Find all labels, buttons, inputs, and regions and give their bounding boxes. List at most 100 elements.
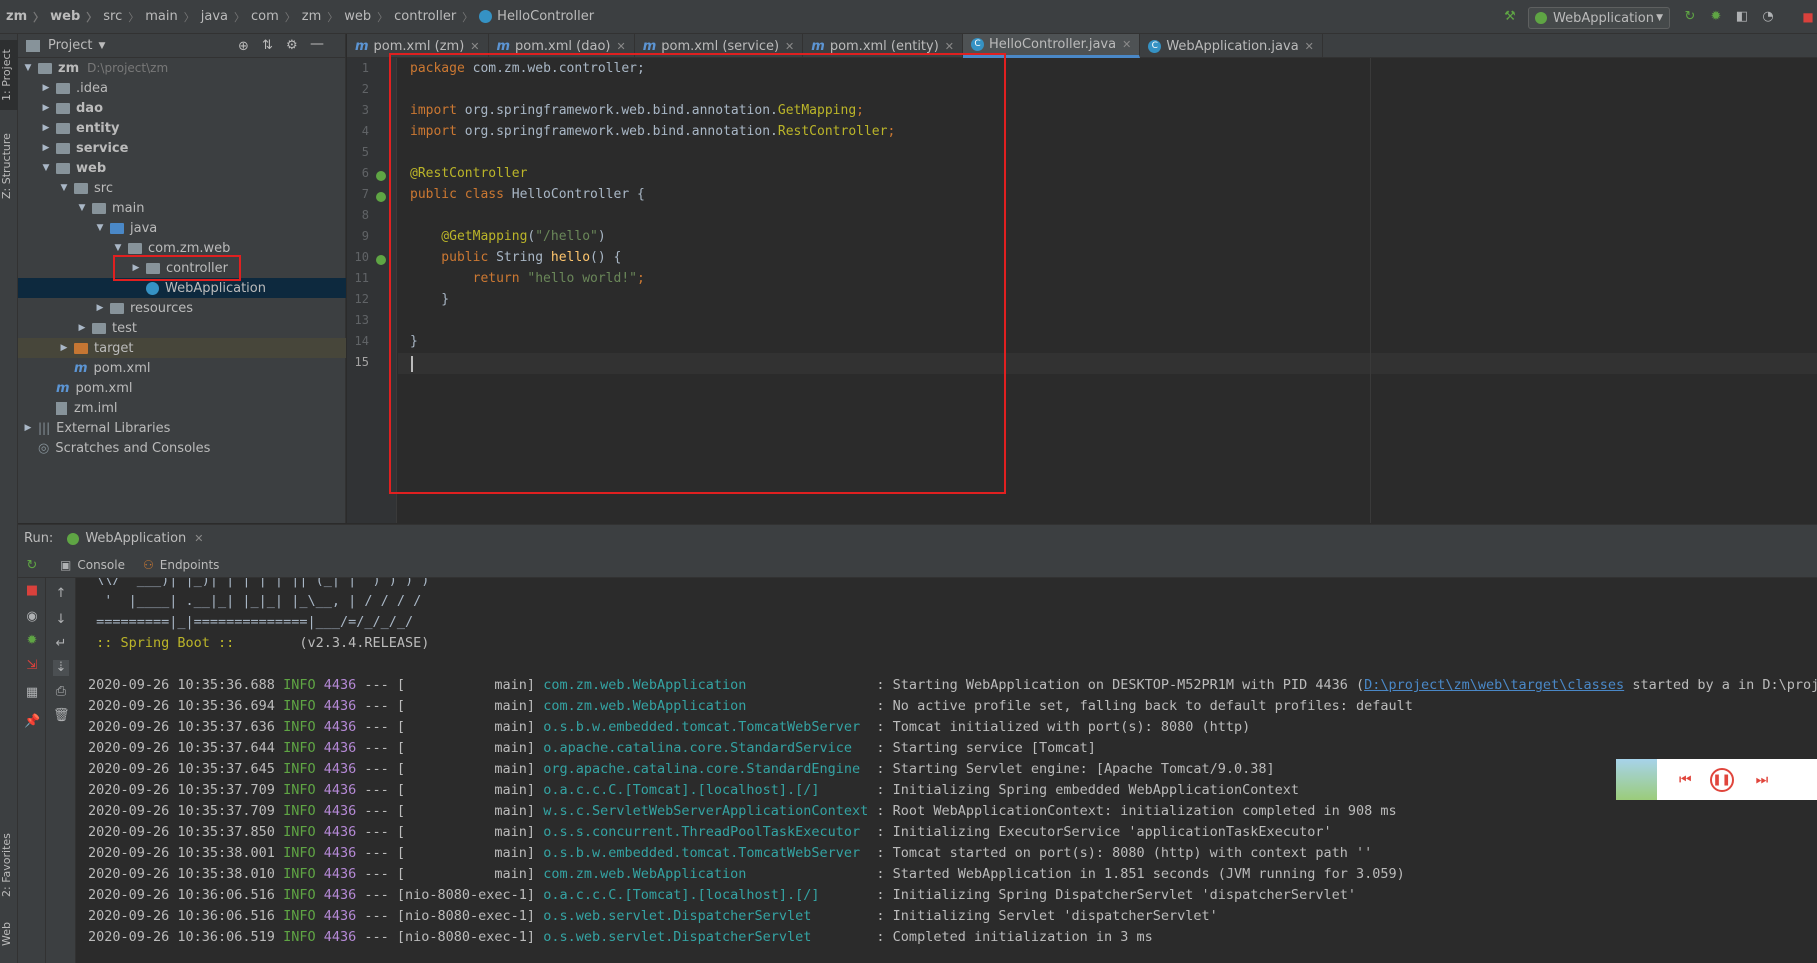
chevron-down-icon[interactable]: ▼ (98, 41, 105, 51)
tree-item[interactable]: ▼ zm D:\project\zm (18, 58, 346, 78)
close-icon[interactable]: ✕ (1305, 40, 1314, 53)
coverage-icon[interactable]: ◧ (1734, 9, 1750, 25)
maven-file-icon: m (74, 360, 88, 376)
log-logger: o.a.c.c.C.[Tomcat].[localhost].[/] (543, 887, 869, 903)
log-timestamp: 2020-09-26 10:36:06.519 (88, 929, 275, 945)
project-view-title[interactable]: Project (48, 38, 92, 53)
tree-item[interactable]: ▶ ||| External Libraries (18, 418, 346, 438)
bean-gutter-icon[interactable] (376, 192, 386, 202)
expand-arrow-icon[interactable]: ▶ (22, 423, 34, 433)
close-icon[interactable]: ✕ (945, 40, 954, 53)
folder-icon (92, 202, 106, 214)
tree-item[interactable]: ▶ service (18, 138, 346, 158)
expand-arrow-icon[interactable]: ▶ (94, 303, 106, 313)
expand-arrow-icon[interactable]: ▶ (40, 143, 52, 153)
tab-project[interactable]: 1: Project (0, 40, 18, 110)
close-icon[interactable]: ✕ (785, 40, 794, 53)
tree-item[interactable]: ▶ dao (18, 98, 346, 118)
trash-icon[interactable]: 🗑 (53, 708, 70, 724)
scroll-to-end-icon[interactable]: ⇣ (53, 660, 69, 676)
arrow-down-icon[interactable]: ↓ (53, 612, 69, 628)
tree-item[interactable]: ▶ test (18, 318, 346, 338)
expand-arrow-icon[interactable]: ▶ (40, 83, 52, 93)
breadcrumb-item[interactable]: com 〉 (251, 9, 302, 25)
console-output[interactable]: \\/ ___)| |_)| | | | | || (_| | ) ) ) ) … (76, 578, 1817, 963)
close-icon[interactable]: ✕ (616, 40, 625, 53)
pin-icon[interactable]: 📌 (24, 714, 40, 730)
close-icon[interactable]: ✕ (194, 532, 203, 545)
tab-endpoints[interactable]: ⚇ Endpoints (143, 558, 219, 572)
editor-tab[interactable]: C WebApplication.java ✕ (1140, 34, 1323, 58)
breadcrumb-item[interactable]: main 〉 (145, 9, 200, 25)
collapse-icon[interactable]: ⇅ (262, 38, 273, 53)
previous-track-icon[interactable]: ⏮ (1679, 772, 1692, 788)
debug-icon[interactable]: ✹ (24, 633, 40, 649)
debug-icon[interactable]: ✹ (1708, 9, 1724, 25)
tree-item-label: zm.iml (74, 400, 118, 416)
profile-icon[interactable]: ◔ (1760, 9, 1776, 25)
breadcrumb-item[interactable]: web 〉 (344, 9, 394, 25)
expand-arrow-icon[interactable]: ▼ (94, 223, 106, 233)
expand-arrow-icon[interactable]: ▼ (58, 183, 70, 193)
expand-arrow-icon[interactable]: ▶ (76, 323, 88, 333)
tree-item[interactable]: m pom.xml (18, 378, 346, 398)
bean-gutter-icon[interactable] (376, 171, 386, 181)
tree-item[interactable]: ▼ web (18, 158, 346, 178)
stop-icon[interactable]: ■ (24, 583, 40, 599)
folder-icon (74, 182, 88, 194)
log-path-link[interactable]: D:\project\zm\web\target\classes (1364, 677, 1624, 693)
minimize-icon[interactable]: — (310, 36, 324, 52)
expand-arrow-icon[interactable]: ▼ (40, 163, 52, 173)
tree-item[interactable]: m pom.xml (18, 358, 346, 378)
breadcrumb-item[interactable]: src 〉 (103, 9, 145, 25)
close-icon[interactable]: ✕ (1122, 38, 1131, 51)
tree-item[interactable]: ▶ entity (18, 118, 346, 138)
pause-icon[interactable]: ❚❚ (1709, 767, 1734, 792)
expand-arrow-icon[interactable]: ▶ (58, 343, 70, 353)
tree-item[interactable]: ▶ target (18, 338, 346, 358)
tree-item[interactable]: WebApplication (18, 278, 346, 298)
tree-item[interactable]: ▶ .idea (18, 78, 346, 98)
tree-item[interactable]: zm.iml (18, 398, 346, 418)
breadcrumb-item[interactable]: controller 〉 (394, 9, 479, 25)
tab-console[interactable]: ▣ Console (60, 558, 125, 572)
layout-icon[interactable]: ▦ (24, 685, 40, 701)
breadcrumb-item[interactable]: HelloController (479, 9, 594, 24)
rerun-icon[interactable]: ↻ (24, 558, 40, 574)
tree-item[interactable]: ▼ src (18, 178, 346, 198)
close-icon[interactable]: ✕ (470, 40, 479, 53)
camera-icon[interactable]: ◉ (24, 609, 40, 625)
tab-web[interactable]: Web (0, 914, 18, 954)
tree-item[interactable]: ▼ main (18, 198, 346, 218)
tree-item[interactable]: ◎ Scratches and Consoles (18, 438, 346, 458)
expand-arrow-icon[interactable]: ▼ (76, 203, 88, 213)
breadcrumb-item[interactable]: zm 〉 (6, 9, 50, 25)
arrow-up-icon[interactable]: ↑ (53, 586, 69, 602)
hammer-icon[interactable]: ⚒ (1502, 9, 1518, 25)
tree-item[interactable]: ▼ java (18, 218, 346, 238)
run-config-select[interactable]: WebApplication ▼ (1528, 7, 1670, 29)
gear-icon[interactable]: ⚙ (286, 38, 298, 53)
endpoint-gutter-icon[interactable] (376, 255, 386, 265)
stop-icon[interactable]: ■ (1800, 9, 1816, 25)
log-thread: --- [nio-8080-exec-1] (356, 929, 544, 945)
line-number: 12 (354, 292, 369, 306)
print-icon[interactable]: ⎙ (53, 684, 69, 700)
breadcrumb-item[interactable]: java 〉 (201, 9, 251, 25)
rerun-icon[interactable]: ↻ (1682, 9, 1698, 25)
breadcrumb-item[interactable]: zm 〉 (302, 9, 345, 25)
tab-favorites[interactable]: 2: Favorites (0, 820, 18, 910)
expand-arrow-icon[interactable]: ▶ (40, 123, 52, 133)
next-track-icon[interactable]: ⏭ (1756, 772, 1769, 788)
soft-wrap-icon[interactable]: ↵ (53, 636, 69, 652)
run-config-tab[interactable]: WebApplication (85, 531, 186, 546)
expand-arrow-icon[interactable]: ▼ (22, 63, 34, 73)
locate-icon[interactable]: ⊕ (238, 39, 249, 54)
log-pid: 4436 (323, 887, 357, 903)
expand-arrow-icon[interactable]: ▼ (112, 243, 124, 253)
tab-structure[interactable]: Z: Structure (0, 126, 18, 206)
exit-icon[interactable]: ⇲ (24, 658, 40, 674)
expand-arrow-icon[interactable]: ▶ (40, 103, 52, 113)
breadcrumb-item[interactable]: web 〉 (50, 9, 103, 25)
tree-item[interactable]: ▶ resources (18, 298, 346, 318)
